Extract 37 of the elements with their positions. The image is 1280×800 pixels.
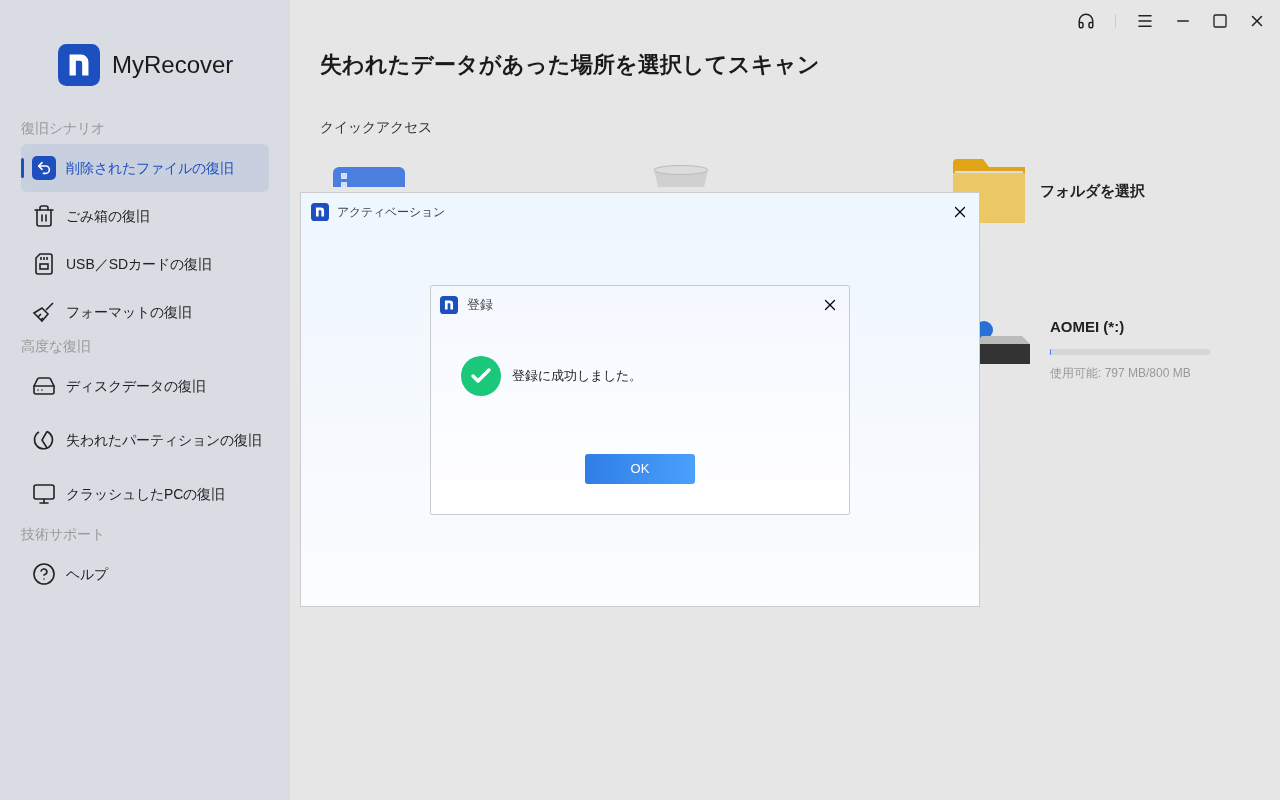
partition-icon: [32, 428, 56, 452]
quick-access-label[interactable]: フォルダを選択: [1040, 179, 1145, 203]
support-icon[interactable]: [1077, 12, 1095, 30]
dialog-title: 登録: [467, 296, 493, 315]
app-name: MyRecover: [112, 50, 234, 80]
selection-indicator: [21, 158, 24, 178]
section-title: 技術サポート: [21, 525, 105, 544]
monitor-icon: [32, 482, 56, 506]
app-logo-icon: [58, 44, 100, 86]
app-logo-icon: [440, 296, 458, 314]
sidebar-item[interactable]: クラッシュしたPCの復旧: [21, 470, 269, 518]
drive-name: AOMEI (*:): [1050, 317, 1126, 337]
maximize-icon[interactable]: [1212, 13, 1228, 29]
sd-card-icon: [32, 252, 56, 276]
sidebar-item[interactable]: ごみ箱の復旧: [21, 192, 269, 240]
sidebar-item[interactable]: USB／SDカードの復旧: [21, 240, 269, 288]
sidebar-item[interactable]: 失われたパーティションの復旧: [21, 416, 269, 464]
sidebar-item[interactable]: ディスクデータの復旧: [21, 362, 269, 410]
desktop-icon: [333, 167, 405, 187]
recycle-bin-icon: [653, 165, 709, 187]
dialog-title: アクティベーション: [337, 204, 445, 221]
success-message: 登録に成功しました。: [512, 367, 642, 386]
help-icon: [32, 562, 56, 586]
broom-icon: [32, 300, 56, 324]
section-title: 高度な復旧: [21, 337, 91, 356]
success-check-icon: [461, 356, 501, 396]
page-title: 失われたデータがあった場所を選択してスキャン: [320, 51, 820, 79]
trash-icon: [32, 204, 56, 228]
sidebar-item[interactable]: 削除されたファイルの復旧: [21, 144, 269, 192]
sidebar-item[interactable]: ヘルプ: [21, 550, 269, 598]
menu-icon[interactable]: [1136, 12, 1154, 30]
quick-access-title: クイックアクセス: [320, 118, 432, 137]
section-title: 復旧シナリオ: [21, 119, 105, 138]
app-logo-icon: [311, 203, 329, 221]
sidebar-item[interactable]: フォーマットの復旧: [21, 288, 269, 336]
undo-icon: [32, 156, 56, 180]
drive-available: 使用可能: 797 MB/800 MB: [1050, 364, 1192, 382]
